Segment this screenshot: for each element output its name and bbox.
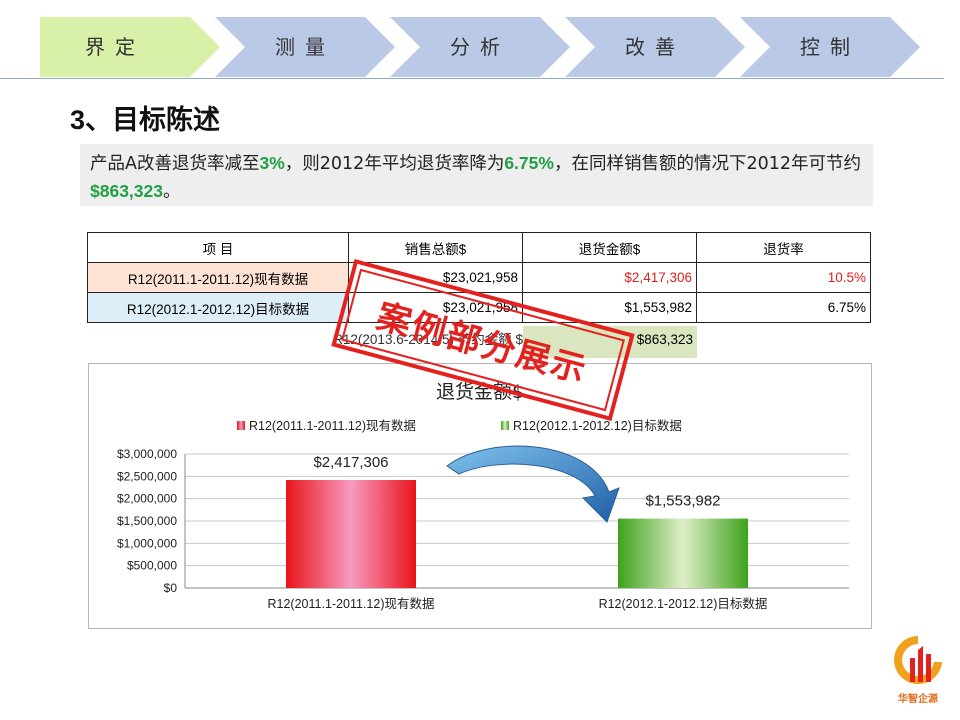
y-tick-label: $2,500,000 — [117, 469, 177, 483]
header-sales: 销售总额$ — [348, 232, 523, 263]
logo-text: 华智企源 — [898, 694, 938, 705]
summary-text-1: 产品A改善退货率减至 — [90, 154, 260, 174]
nav-step-label: 控制 — [800, 35, 860, 59]
nav-step-4[interactable]: 改善 — [565, 17, 745, 77]
nav-step-5[interactable]: 控制 — [740, 17, 920, 77]
summary-box: 产品A改善退货率减至3%，则2012年平均退货率降为6.75%，在同样销售额的情… — [80, 144, 873, 206]
row-rate: 6.75% — [696, 292, 871, 323]
summary-value-savings: $863,323 — [90, 181, 163, 201]
y-tick-label: $500,000 — [127, 559, 177, 573]
nav-divider — [0, 78, 944, 79]
table-header-row: 项 目 销售总额$ 退货金额$ 退货率 — [87, 232, 871, 263]
chart-canvas: 退货金额$R12(2011.1-2011.12)现有数据 R12(2012.1-2… — [117, 381, 849, 611]
row-rate: 10.5% — [696, 262, 871, 293]
summary-value-rate-target: 3% — [259, 153, 285, 173]
nav-step-label: 测量 — [275, 35, 335, 59]
summary-value-avg-rate: 6.75% — [504, 153, 554, 173]
summary-text-3: ，在同样销售额的情况下2012年可节约 — [553, 154, 861, 174]
company-logo: 华智企源 — [888, 632, 948, 712]
title-text: 目标陈述 — [112, 105, 221, 136]
data-label: $1,553,982 — [645, 493, 720, 510]
row-returns: $2,417,306 — [522, 262, 697, 293]
table-row: R12(2011.1-2011.12)现有数据 $23,021,958 $2,4… — [87, 262, 871, 293]
legend-label: R12(2012.1-2012.12)目标数据 — [513, 418, 682, 433]
returns-bar-chart: 退货金额$ R12(2011.1-2011.12)现有数据 R12(2012.1-2… — [88, 363, 872, 629]
legend-swatch — [501, 421, 509, 430]
y-tick-label: $0 — [164, 581, 178, 595]
nav-step-label: 分析 — [450, 35, 510, 59]
y-tick-label: $1,000,000 — [117, 536, 177, 550]
x-tick-label: R12(2012.1-2012.12)目标数据 — [599, 596, 768, 611]
title-number: 3 — [70, 105, 86, 135]
bar — [286, 480, 416, 588]
nav-step-1[interactable]: 界定 — [40, 17, 220, 77]
legend-label: R12(2011.1-2011.12)现有数据 — [249, 418, 416, 433]
row-label: R12(2012.1-2012.12)目标数据 — [87, 292, 349, 323]
summary-text-2: ，则2012年平均退货率降为 — [284, 154, 505, 174]
y-tick-label: $2,000,000 — [117, 492, 177, 506]
curved-arrow-icon — [446, 445, 620, 523]
page-title: 3、目标陈述 — [70, 98, 220, 137]
process-nav: 界定 测量 分析 改善 控制 — [0, 0, 960, 100]
y-tick-label: $1,500,000 — [117, 514, 177, 528]
title-sep: 、 — [85, 105, 113, 136]
nav-step-2[interactable]: 测量 — [215, 17, 395, 77]
nav-step-label: 界定 — [85, 35, 145, 59]
header-item: 项 目 — [87, 232, 349, 263]
legend-swatch — [237, 421, 245, 430]
bar — [618, 518, 748, 588]
nav-step-3[interactable]: 分析 — [390, 17, 570, 77]
logo-mark-icon — [894, 636, 942, 684]
header-returns: 退货金额$ — [522, 232, 697, 263]
header-rate: 退货率 — [696, 232, 871, 263]
row-label: R12(2011.1-2011.12)现有数据 — [87, 262, 349, 293]
y-tick-label: $3,000,000 — [117, 447, 177, 461]
x-tick-label: R12(2011.1-2011.12)现有数据 — [268, 596, 435, 611]
nav-step-label: 改善 — [625, 35, 685, 59]
data-label: $2,417,306 — [313, 454, 388, 471]
summary-text-4: 。 — [163, 182, 181, 202]
